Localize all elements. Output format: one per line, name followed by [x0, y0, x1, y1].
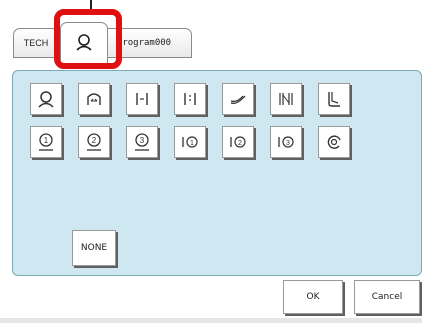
memory-1-button[interactable]: 1 — [174, 126, 206, 158]
cancel-label: Cancel — [371, 292, 403, 302]
tab-tech[interactable]: TECH — [13, 28, 59, 58]
massage-rollers-button[interactable] — [270, 83, 302, 115]
svg-text:2: 2 — [238, 140, 242, 147]
seat-slide-icon — [136, 93, 148, 105]
recline-icon — [230, 95, 246, 104]
svg-text:1: 1 — [44, 136, 49, 145]
person-button[interactable] — [30, 83, 62, 115]
headrest-button[interactable] — [78, 83, 110, 115]
tab-program-label: Program000 — [116, 38, 172, 48]
preset-1-icon: 1 — [39, 133, 53, 151]
leg-rest-icon — [328, 92, 340, 107]
seat-slide-button[interactable] — [126, 83, 158, 115]
seat-width-icon — [184, 93, 196, 105]
none-label: NONE — [80, 243, 108, 253]
ok-button[interactable]: OK — [283, 280, 343, 314]
preset-3-button[interactable]: 3 — [126, 126, 158, 158]
cancel-button[interactable]: Cancel — [354, 280, 420, 314]
memory-2-button[interactable]: 2 — [222, 126, 254, 158]
svg-text:2: 2 — [92, 136, 97, 145]
memory-3-icon: 3 — [278, 136, 294, 148]
preset-1-button[interactable]: 1 — [30, 126, 62, 158]
cycle-icon — [327, 135, 341, 149]
person-icon — [38, 91, 54, 108]
highlight-box — [54, 9, 122, 69]
recline-button[interactable] — [222, 83, 254, 115]
svg-text:1: 1 — [190, 140, 194, 147]
ok-label: OK — [306, 292, 320, 302]
seat-width-button[interactable] — [174, 83, 206, 115]
cycle-button[interactable] — [318, 126, 350, 158]
svg-text:3: 3 — [286, 140, 290, 147]
memory-3-button[interactable]: 3 — [270, 126, 302, 158]
svg-text:3: 3 — [140, 136, 145, 145]
preset-2-button[interactable]: 2 — [78, 126, 110, 158]
massage-rollers-icon — [279, 93, 293, 105]
headrest-icon — [87, 93, 101, 105]
preset-3-icon: 3 — [135, 133, 149, 151]
tab-tech-label: TECH — [23, 38, 49, 48]
preset-2-icon: 2 — [87, 133, 101, 151]
memory-1-icon: 1 — [182, 136, 198, 148]
none-button[interactable]: NONE — [72, 230, 116, 266]
memory-2-icon: 2 — [230, 136, 246, 148]
bottom-strip — [0, 318, 422, 323]
leg-rest-button[interactable] — [318, 83, 350, 115]
